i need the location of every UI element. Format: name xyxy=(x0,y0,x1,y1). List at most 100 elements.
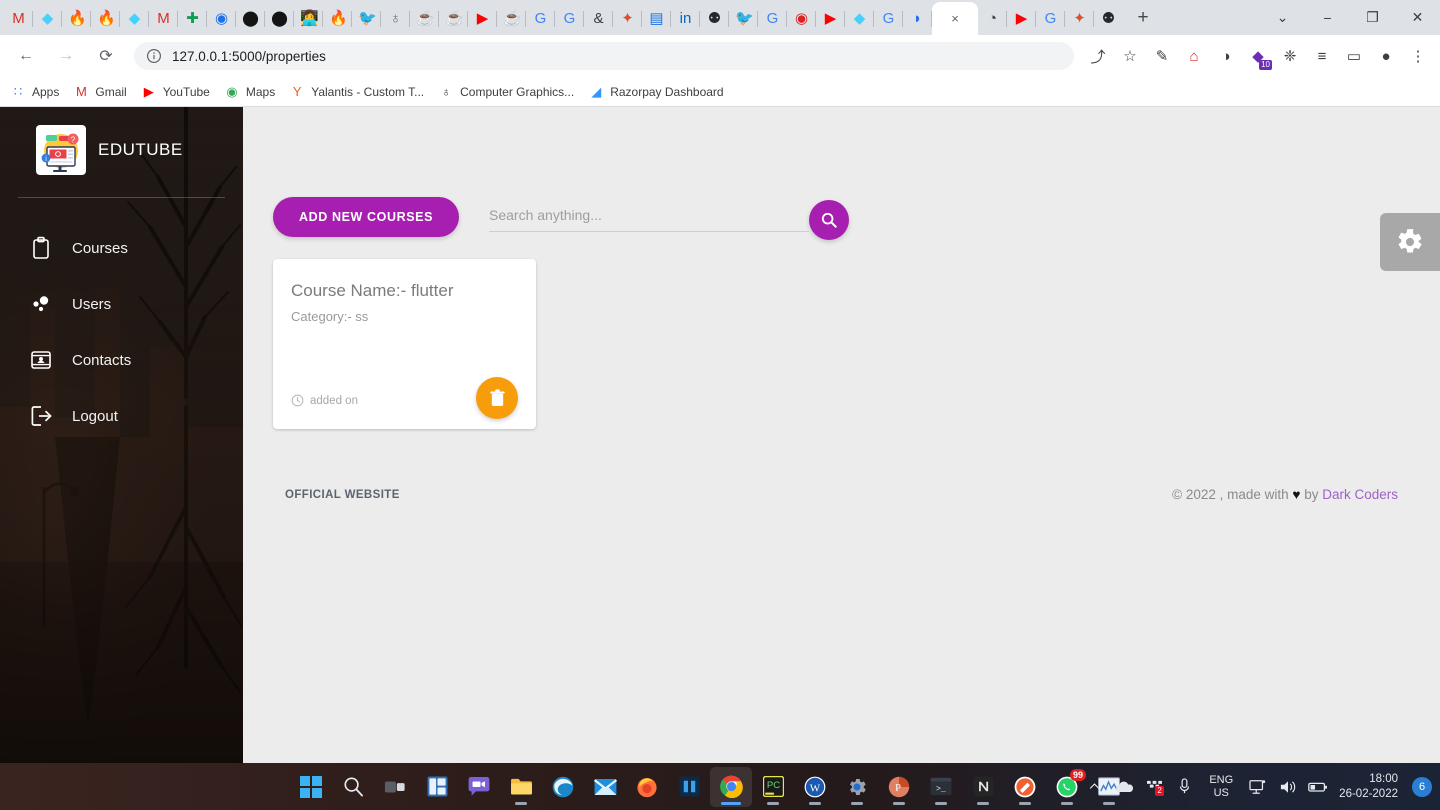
microphone-icon[interactable] xyxy=(1169,767,1199,807)
volume-icon[interactable] xyxy=(1273,767,1303,807)
tray-overflow-button[interactable] xyxy=(1079,767,1109,807)
new-tab-button[interactable]: + xyxy=(1129,4,1157,32)
settings-button[interactable] xyxy=(836,767,878,807)
mail-button[interactable] xyxy=(584,767,626,807)
bookmark-razorpay[interactable]: ◢ Razorpay Dashboard xyxy=(588,84,723,100)
battery-icon[interactable] xyxy=(1303,767,1333,807)
extensions-puzzle-icon[interactable]: ❈ xyxy=(1276,42,1304,70)
tab-search-button[interactable]: ⌄ xyxy=(1260,0,1305,35)
flutter-tab[interactable]: ◆ xyxy=(845,2,874,35)
back-button[interactable]: ← xyxy=(9,39,43,73)
sidebar-item-users[interactable]: Users xyxy=(0,276,243,332)
media-list-icon[interactable]: ≡ xyxy=(1308,42,1336,70)
youtube-tab[interactable]: ▶ xyxy=(1007,2,1036,35)
blank-tab[interactable]: ⬤ xyxy=(265,2,294,35)
coffee-tab[interactable]: ☕ xyxy=(497,2,526,35)
lastpass-extension-icon[interactable]: ⌂ xyxy=(1180,42,1208,70)
widgets-button[interactable] xyxy=(416,767,458,807)
google-tab[interactable]: G xyxy=(1036,2,1065,35)
sidebar-brand[interactable]: ? i EDUTUBE xyxy=(0,107,243,175)
start-button[interactable] xyxy=(290,767,332,807)
sidebar-item-courses[interactable]: Courses xyxy=(0,220,243,276)
google-tab[interactable]: G xyxy=(758,2,787,35)
task-view-button[interactable] xyxy=(374,767,416,807)
search-input[interactable] xyxy=(489,202,810,232)
minimize-button[interactable]: − xyxy=(1305,0,1350,35)
postman-button[interactable] xyxy=(1004,767,1046,807)
dark-coders-link[interactable]: Dark Coders xyxy=(1322,487,1398,502)
reload-button[interactable]: ⟳ xyxy=(89,39,123,73)
bookmark-apps[interactable]: ∷ Apps xyxy=(10,84,60,100)
bookmark-computer-graphics[interactable]: ♁ Computer Graphics... xyxy=(438,84,574,100)
close-window-button[interactable]: ✕ xyxy=(1395,0,1440,35)
word-button[interactable]: W xyxy=(794,767,836,807)
linkedin-tab[interactable]: in xyxy=(671,2,700,35)
terminal-button[interactable]: >_ xyxy=(920,767,962,807)
bookmark-yalantis[interactable]: Y Yalantis - Custom T... xyxy=(289,84,424,100)
amp-tab[interactable]: & xyxy=(584,2,613,35)
address-bar[interactable]: 127.0.0.1:5000/properties xyxy=(134,42,1074,70)
blue-doc-tab[interactable]: ◗ xyxy=(903,2,932,35)
search-button[interactable] xyxy=(809,199,850,240)
sheets-tab[interactable]: ✚ xyxy=(178,2,207,35)
google-tab[interactable]: G xyxy=(874,2,903,35)
settings-gear-button[interactable] xyxy=(1380,213,1440,271)
java-tab[interactable]: ☕ xyxy=(439,2,468,35)
search-taskbar-button[interactable] xyxy=(332,767,374,807)
github-tab[interactable]: ⚉ xyxy=(1094,2,1123,35)
pen-extension-icon[interactable]: ✎ xyxy=(1148,42,1176,70)
flutter-extension-icon[interactable]: ◆ 10 xyxy=(1244,42,1272,70)
profile-avatar[interactable]: ● xyxy=(1372,42,1400,70)
youtube-tab[interactable]: ▶ xyxy=(816,2,845,35)
pycharm-button[interactable]: PC xyxy=(752,767,794,807)
panda-extension-icon[interactable]: ◑ xyxy=(1212,42,1240,70)
share-icon[interactable]: ⤴ xyxy=(1084,42,1112,70)
close-tab-icon[interactable]: × xyxy=(951,11,959,26)
course-card[interactable]: Course Name:- flutter Category:- ss added … xyxy=(273,259,536,429)
active-browser-tab[interactable]: × xyxy=(932,2,978,35)
onedrive-icon[interactable] xyxy=(1109,767,1139,807)
flutter-dev-tab[interactable]: ✦ xyxy=(1065,2,1094,35)
github-tab[interactable]: ⚉ xyxy=(700,2,729,35)
doc-tab[interactable]: ▤ xyxy=(642,2,671,35)
forward-button[interactable]: → xyxy=(49,39,83,73)
record-tab[interactable]: ◉ xyxy=(787,2,816,35)
twitter-tab[interactable]: 🐦 xyxy=(352,2,381,35)
sidebar-item-logout[interactable]: Logout xyxy=(0,388,243,444)
bookmark-youtube[interactable]: ▶ YouTube xyxy=(141,84,210,100)
add-new-courses-button[interactable]: ADD NEW COURSES xyxy=(273,197,460,237)
edge-button[interactable] xyxy=(542,767,584,807)
network-icon[interactable]: 2 xyxy=(1139,767,1169,807)
firefox-button[interactable] xyxy=(626,767,668,807)
taskbar-clock[interactable]: 18:00 26-02-2022 xyxy=(1339,772,1398,802)
google-tab[interactable]: G xyxy=(526,2,555,35)
java-tab[interactable]: ☕ xyxy=(410,2,439,35)
firebase-tab[interactable]: 🔥 xyxy=(91,2,120,35)
powerpoint-button[interactable]: P xyxy=(878,767,920,807)
vscode-insiders-button[interactable] xyxy=(668,767,710,807)
delete-course-button[interactable] xyxy=(476,377,518,419)
flutter-tab[interactable]: ◆ xyxy=(33,2,62,35)
bookmark-gmail[interactable]: M Gmail xyxy=(73,84,127,100)
blank-tab[interactable]: ⬤ xyxy=(236,2,265,35)
chrome-canary-tab[interactable]: ◔ xyxy=(978,2,1007,35)
youtube-tab[interactable]: ▶ xyxy=(468,2,497,35)
maximize-button[interactable]: ❐ xyxy=(1350,0,1395,35)
file-explorer-button[interactable] xyxy=(500,767,542,807)
stackoverflow-tab[interactable]: ◉ xyxy=(207,2,236,35)
display-icon[interactable] xyxy=(1243,767,1273,807)
site-info-icon[interactable] xyxy=(146,48,162,64)
address-bar-url[interactable]: 127.0.0.1:5000/properties xyxy=(172,49,326,64)
official-website-link[interactable]: OFFICIAL WEBSITE xyxy=(285,489,400,501)
gmail-tab[interactable]: M xyxy=(149,2,178,35)
bookmark-star-icon[interactable]: ☆ xyxy=(1116,42,1144,70)
notification-count-badge[interactable]: 6 xyxy=(1412,776,1432,797)
notion-button[interactable] xyxy=(962,767,1004,807)
flutter-dev-tab[interactable]: ✦ xyxy=(613,2,642,35)
twitter-tab[interactable]: 🐦 xyxy=(729,2,758,35)
language-indicator[interactable]: ENG US xyxy=(1209,774,1233,800)
globe-tab[interactable]: ♁ xyxy=(381,2,410,35)
chrome-button[interactable] xyxy=(710,766,752,807)
google-tab[interactable]: G xyxy=(555,2,584,35)
teams-chat-button[interactable] xyxy=(458,767,500,807)
